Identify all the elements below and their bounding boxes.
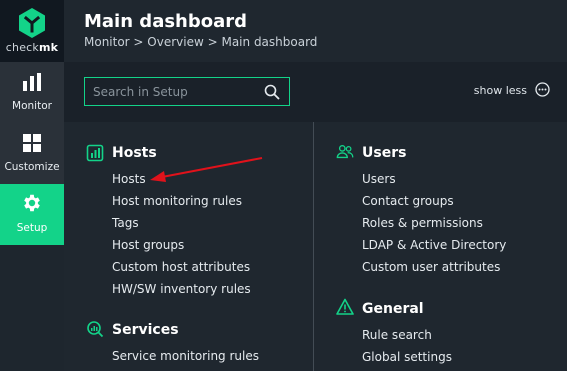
- menu-link-tags[interactable]: Tags: [112, 216, 139, 230]
- search-icon[interactable]: [264, 84, 280, 100]
- setup-search-bar: show less: [64, 62, 567, 122]
- sidebar-item-label: Customize: [4, 161, 60, 173]
- annotation-arrow-icon: [150, 157, 263, 182]
- menu-link-roles-permissions[interactable]: Roles & permissions: [362, 216, 483, 230]
- more-options-icon[interactable]: [535, 82, 550, 97]
- setup-menu: Hosts Hosts Host monitoring rules Tags H…: [64, 122, 567, 371]
- logo-suffix: mk: [39, 41, 59, 54]
- gear-icon: [24, 194, 40, 212]
- main-sidebar: checkmk Monitor Customize Setup: [0, 0, 64, 371]
- menu-link-ldap-active-directory[interactable]: LDAP & Active Directory: [362, 238, 506, 252]
- sidebar-filler: [0, 245, 64, 371]
- hosts-icon: [86, 144, 104, 162]
- menu-link-rule-search[interactable]: Rule search: [362, 328, 432, 342]
- page-title: Main dashboard: [84, 11, 248, 32]
- menu-link-hosts[interactable]: Hosts: [112, 172, 146, 186]
- menu-link-global-settings[interactable]: Global settings: [362, 350, 452, 364]
- menu-link-host-monitoring-rules[interactable]: Host monitoring rules: [112, 194, 242, 208]
- menu-link-hw-sw-inventory-rules[interactable]: HW/SW inventory rules: [112, 282, 251, 296]
- menu-link-custom-host-attributes[interactable]: Custom host attributes: [112, 260, 250, 274]
- sidebar-item-customize[interactable]: Customize: [0, 123, 64, 184]
- sidebar-item-label: Monitor: [12, 100, 52, 112]
- logo-wordmark: checkmk: [0, 41, 64, 54]
- page-header: Main dashboard Monitor > Overview > Main…: [64, 0, 567, 62]
- menu-link-service-monitoring-rules[interactable]: Service monitoring rules: [112, 349, 259, 363]
- breadcrumb[interactable]: Monitor > Overview > Main dashboard: [84, 35, 317, 49]
- services-icon: [87, 321, 104, 338]
- checkmk-logo-icon: [19, 8, 45, 38]
- menu-link-contact-groups[interactable]: Contact groups: [362, 194, 454, 208]
- checkmk-logo[interactable]: checkmk: [0, 0, 64, 62]
- sidebar-item-monitor[interactable]: Monitor: [0, 62, 64, 123]
- menu-link-host-groups[interactable]: Host groups: [112, 238, 184, 252]
- section-title-general: General: [362, 301, 424, 317]
- section-title-users: Users: [362, 145, 407, 161]
- column-divider: [313, 122, 314, 371]
- menu-link-users[interactable]: Users: [362, 172, 396, 186]
- logo-prefix: check: [5, 41, 40, 54]
- sidebar-item-setup[interactable]: Setup: [0, 184, 64, 245]
- section-title-services: Services: [112, 322, 179, 338]
- show-less-button[interactable]: show less: [474, 84, 527, 97]
- warning-icon: [336, 298, 354, 315]
- search-input[interactable]: [93, 83, 253, 101]
- menu-link-custom-user-attributes[interactable]: Custom user attributes: [362, 260, 500, 274]
- search-box[interactable]: [84, 77, 290, 106]
- users-icon: [336, 145, 354, 159]
- sidebar-item-label: Setup: [16, 222, 48, 234]
- grid-icon: [23, 134, 41, 152]
- bar-chart-icon: [23, 73, 41, 91]
